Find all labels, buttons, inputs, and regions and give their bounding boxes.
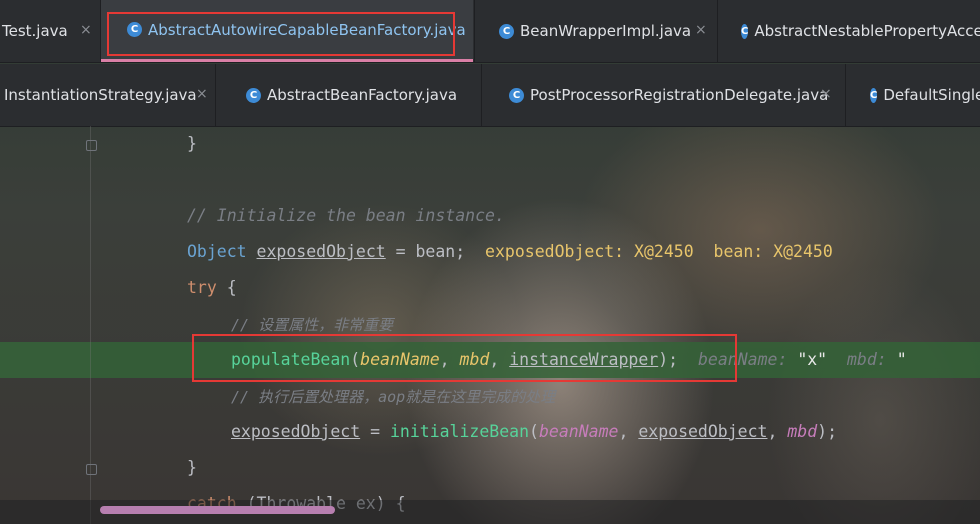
code-line: } (187, 134, 197, 153)
tab-abstract-nestable-property-accessor[interactable]: C AbstractNestablePropertyAccesso (718, 0, 980, 62)
tab-post-processor-registration-delegate[interactable]: C PostProcessorRegistrationDelegate.java… (482, 64, 845, 126)
editor-tab-row-2: InstantiationStrategy.java × C AbstractB… (0, 64, 980, 127)
tab-label: InstantiationStrategy.java (4, 86, 197, 104)
highlight-box-active-tab (107, 12, 455, 56)
tab-default-singleton[interactable]: C DefaultSingle (846, 64, 980, 126)
java-class-icon: C (499, 23, 514, 39)
close-icon[interactable]: × (80, 22, 92, 38)
code-line: Object exposedObject = bean; exposedObje… (187, 242, 833, 261)
java-class-icon: C (870, 87, 878, 103)
tab-bean-wrapper-impl[interactable]: C BeanWrapperImpl.java × (475, 0, 717, 62)
debug-inline-value: exposedObject: X@2450 (485, 242, 694, 261)
tab-label: BeanWrapperImpl.java (520, 22, 692, 40)
fold-marker-icon[interactable] (86, 464, 97, 475)
tab-label: Test.java (2, 22, 68, 40)
tab-instantiation-strategy[interactable]: InstantiationStrategy.java × (0, 64, 215, 126)
code-editor[interactable]: } // Initialize the bean instance. Objec… (0, 126, 980, 524)
tab-label: AbstractBeanFactory.java (267, 86, 458, 104)
close-icon[interactable]: × (820, 86, 832, 102)
close-icon[interactable]: × (196, 86, 208, 102)
tab-label: DefaultSingle (883, 86, 980, 104)
java-class-icon: C (246, 87, 261, 103)
fold-marker-icon[interactable] (86, 140, 97, 151)
java-class-icon: C (741, 23, 749, 39)
code-line: try { (187, 278, 237, 297)
code-line: exposedObject = initializeBean(beanName,… (231, 422, 838, 441)
code-comment: // Initialize the bean instance. (187, 206, 505, 225)
debug-inline-value: bean: X@2450 (713, 242, 833, 261)
tab-label: PostProcessorRegistrationDelegate.java (530, 86, 829, 104)
tab-abstract-bean-factory[interactable]: C AbstractBeanFactory.java (216, 64, 481, 126)
code-comment: // 设置属性，非常重要 (231, 316, 394, 334)
code-comment: // 执行后置处理器，aop就是在这里完成的处理 (231, 388, 556, 406)
java-class-icon: C (509, 87, 524, 103)
highlight-box-populate-bean (192, 334, 737, 382)
horizontal-scrollbar-thumb[interactable] (100, 506, 335, 514)
tab-test-java[interactable]: Test.java × (0, 0, 100, 62)
code-line: } (187, 458, 197, 477)
tab-label: AbstractNestablePropertyAccesso (754, 22, 980, 40)
close-icon[interactable]: × (695, 22, 707, 38)
